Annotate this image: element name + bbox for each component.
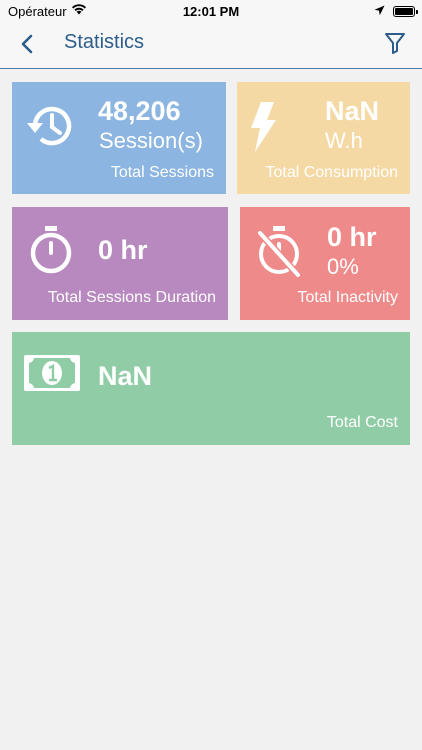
back-chevron-icon[interactable] xyxy=(16,32,40,56)
inactivity-value: 0 hr xyxy=(327,222,377,252)
sessions-value: 48,206 xyxy=(98,96,181,126)
sessions-label: Total Sessions xyxy=(110,164,214,181)
total-consumption-card: NaN W.h Total Consumption xyxy=(237,82,410,194)
stopwatch-off-icon xyxy=(256,225,302,282)
money-bill-icon xyxy=(23,354,81,397)
history-icon xyxy=(25,103,75,154)
total-cost-card: NaN Total Cost xyxy=(12,332,410,445)
consumption-label: Total Consumption xyxy=(265,164,398,181)
total-inactivity-card: 0 hr 0% Total Inactivity xyxy=(240,207,410,320)
inactivity-label: Total Inactivity xyxy=(297,289,398,306)
duration-value: 0 hr xyxy=(98,235,148,265)
total-sessions-card: 48,206 Session(s) Total Sessions xyxy=(12,82,226,194)
total-duration-card: 0 hr Total Sessions Duration xyxy=(12,207,228,320)
status-bar: Opérateur 12:01 PM xyxy=(0,0,422,24)
filter-icon[interactable] xyxy=(383,31,407,55)
inactivity-percent: 0% xyxy=(327,254,359,279)
sessions-unit: Session(s) xyxy=(99,128,203,153)
clock: 12:01 PM xyxy=(182,4,240,19)
stopwatch-icon xyxy=(29,225,73,280)
lightning-icon xyxy=(249,101,277,158)
page-title: Statistics xyxy=(64,31,145,53)
consumption-unit: W.h xyxy=(325,128,363,153)
consumption-value: NaN xyxy=(325,96,380,126)
battery-icon xyxy=(393,6,418,17)
navigation-bar: Statistics xyxy=(0,24,422,69)
cost-value: NaN xyxy=(98,361,153,391)
location-arrow-icon xyxy=(374,4,385,19)
duration-label: Total Sessions Duration xyxy=(47,289,216,306)
cost-label: Total Cost xyxy=(326,414,398,431)
